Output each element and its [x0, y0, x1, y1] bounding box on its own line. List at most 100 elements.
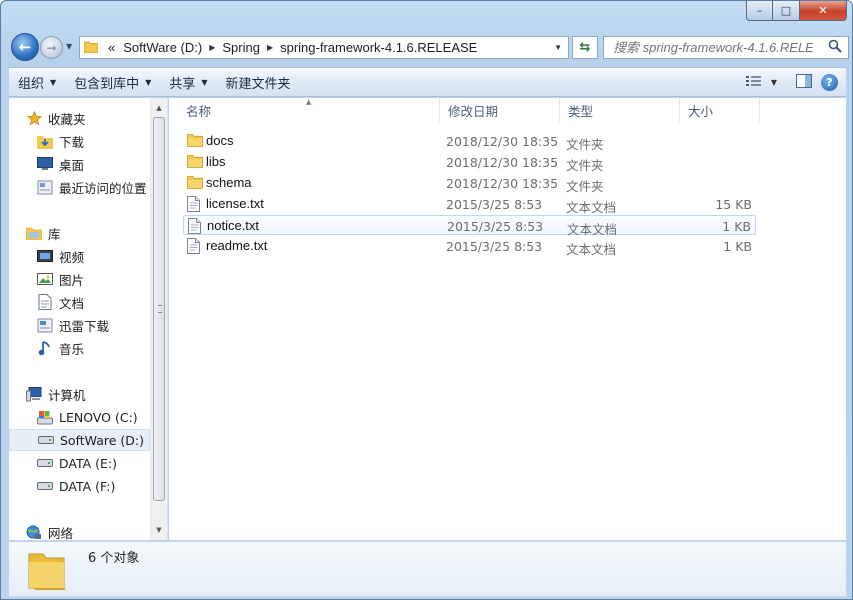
address-bar[interactable]: « SoftWare (D:) ▶ Spring ▶ spring-framew…	[79, 36, 569, 59]
file-row[interactable]: readme.txt 2015/3/25 8:53 文本文档 1 KB	[183, 236, 756, 257]
sidebar-item-libraries[interactable]: 库	[26, 222, 166, 244]
refresh-button[interactable]: ⇆	[572, 36, 598, 59]
sidebar-item-drive-d[interactable]: SoftWare (D:)	[9, 429, 150, 451]
scroll-down-icon[interactable]: ▼	[151, 522, 167, 538]
folder-icon	[187, 133, 203, 150]
file-row[interactable]: license.txt 2015/3/25 8:53 文本文档 15 KB	[183, 194, 756, 215]
caption-buttons: – □ ✕	[746, 1, 847, 21]
documents-icon	[37, 294, 53, 310]
pictures-icon	[37, 271, 53, 287]
command-bar-right: ▼ ?	[745, 73, 846, 91]
new-folder-label: 新建文件夹	[225, 76, 291, 92]
back-arrow-icon: ←	[18, 38, 32, 56]
column-header-label: 修改日期	[448, 103, 499, 119]
breadcrumb-separator-icon[interactable]: ▶	[264, 43, 276, 52]
search-icon[interactable]	[828, 39, 842, 56]
command-bar: 组织 ▼ 包含到库中 ▼ 共享 ▼ 新建文件夹 ▼ ?	[9, 67, 846, 97]
sidebar-item-favorites[interactable]: 收藏夹	[26, 107, 166, 129]
sidebar-item-drive-e[interactable]: DATA (E:)	[37, 452, 167, 474]
sidebar-item-label: 计算机	[48, 387, 86, 403]
sidebar-item-label: DATA (E:)	[59, 455, 118, 471]
sidebar-item-network[interactable]: 网络	[26, 521, 166, 540]
network-icon	[26, 524, 42, 540]
file-size: 1 KB	[722, 219, 751, 234]
forward-button[interactable]: →	[40, 36, 63, 59]
column-header-label: 类型	[568, 103, 594, 119]
view-options-icon[interactable]	[745, 75, 762, 90]
sidebar-item-recent-places[interactable]: 最近访问的位置	[37, 176, 167, 198]
sidebar-item-label: 最近访问的位置	[59, 180, 147, 196]
file-row[interactable]: notice.txt 2015/3/25 8:53 文本文档 1 KB	[183, 215, 756, 237]
file-modified: 2015/3/25 8:53	[446, 197, 543, 212]
sidebar-item-drive-c[interactable]: LENOVO (C:)	[37, 406, 167, 428]
column-header-size[interactable]: 大小	[680, 98, 760, 122]
search-box[interactable]	[603, 36, 849, 59]
sidebar-item-downloads[interactable]: 下载	[37, 130, 167, 152]
sidebar-item-label: 下载	[59, 134, 85, 150]
sidebar-item-label: 音乐	[59, 341, 85, 357]
sort-ascending-icon: ▲	[306, 98, 312, 106]
sidebar-item-label: 视频	[59, 249, 85, 265]
file-size: 15 KB	[715, 197, 752, 212]
chevron-down-icon: ▼	[145, 77, 152, 87]
sidebar-item-computer[interactable]: 计算机	[26, 383, 166, 405]
drive-icon	[37, 455, 53, 471]
file-modified: 2015/3/25 8:53	[447, 219, 544, 234]
breadcrumb-softwared[interactable]: SoftWare (D:)	[119, 40, 206, 55]
library-icon	[26, 225, 42, 241]
text-file-icon	[188, 218, 201, 237]
folder-icon	[27, 548, 69, 595]
close-button[interactable]: ✕	[800, 1, 847, 21]
breadcrumb-separator-icon[interactable]: ▶	[206, 43, 218, 52]
file-name: readme.txt	[206, 238, 268, 253]
help-icon[interactable]: ?	[821, 73, 838, 91]
sidebar-item-pictures[interactable]: 图片	[37, 268, 167, 290]
breadcrumb-spring-framework[interactable]: spring-framework-4.1.6.RELEASE	[276, 40, 481, 55]
scrollbar-thumb[interactable]	[153, 117, 165, 501]
details-pane: 6 个对象	[9, 541, 846, 596]
navigation-scrollbar[interactable]: ▲ ▼	[150, 98, 167, 540]
breadcrumb-spring[interactable]: Spring	[218, 40, 264, 55]
file-type: 文本文档	[566, 200, 617, 215]
sidebar-item-label: 收藏夹	[48, 111, 86, 127]
file-row[interactable]: docs 2018/12/30 18:35 文件夹	[183, 131, 756, 152]
breadcrumb-overflow[interactable]: «	[104, 40, 119, 55]
file-name: license.txt	[206, 196, 264, 211]
file-row[interactable]: schema 2018/12/30 18:35 文件夹	[183, 173, 756, 194]
include-in-library-button[interactable]: 包含到库中 ▼	[65, 71, 160, 93]
include-in-library-label: 包含到库中	[74, 76, 140, 92]
share-button[interactable]: 共享 ▼	[160, 71, 216, 93]
sidebar-item-documents[interactable]: 文档	[37, 291, 167, 313]
thunder-download-icon	[37, 317, 53, 333]
sidebar-item-videos[interactable]: 视频	[37, 245, 167, 267]
view-dropdown-icon[interactable]: ▼	[771, 78, 777, 87]
music-icon	[37, 340, 53, 356]
file-size: 1 KB	[723, 239, 752, 254]
scroll-up-icon[interactable]: ▲	[151, 100, 167, 116]
new-folder-button[interactable]: 新建文件夹	[217, 71, 300, 93]
minimize-button[interactable]: –	[746, 1, 773, 21]
preview-pane-icon[interactable]	[796, 73, 812, 91]
sidebar-item-music[interactable]: 音乐	[37, 337, 167, 359]
computer-icon	[26, 386, 42, 402]
recent-places-icon	[37, 179, 53, 195]
organize-button[interactable]: 组织 ▼	[9, 71, 65, 93]
forward-arrow-icon: →	[46, 40, 57, 55]
recent-pages-dropdown-icon[interactable]: ▼	[66, 42, 72, 51]
file-row[interactable]: libs 2018/12/30 18:35 文件夹	[183, 152, 756, 173]
back-button[interactable]: ←	[11, 33, 39, 61]
sidebar-item-thunder-downloads[interactable]: 迅雷下载	[37, 314, 167, 336]
column-headers: 名称 ▲ 修改日期 类型 大小	[169, 98, 846, 122]
column-header-type[interactable]: 类型	[560, 98, 680, 122]
sidebar-item-drive-f[interactable]: DATA (F:)	[37, 475, 167, 497]
file-name: notice.txt	[207, 218, 260, 233]
sidebar-item-label: SoftWare (D:)	[60, 432, 145, 448]
file-modified: 2018/12/30 18:35	[446, 155, 559, 170]
drive-icon	[37, 478, 53, 494]
address-dropdown-icon[interactable]: ▼	[554, 43, 562, 52]
search-input[interactable]	[613, 40, 813, 55]
maximize-button[interactable]: □	[773, 1, 800, 21]
column-header-modified[interactable]: 修改日期	[440, 98, 560, 122]
sidebar-item-desktop[interactable]: 桌面	[37, 153, 167, 175]
folder-icon	[83, 40, 99, 56]
